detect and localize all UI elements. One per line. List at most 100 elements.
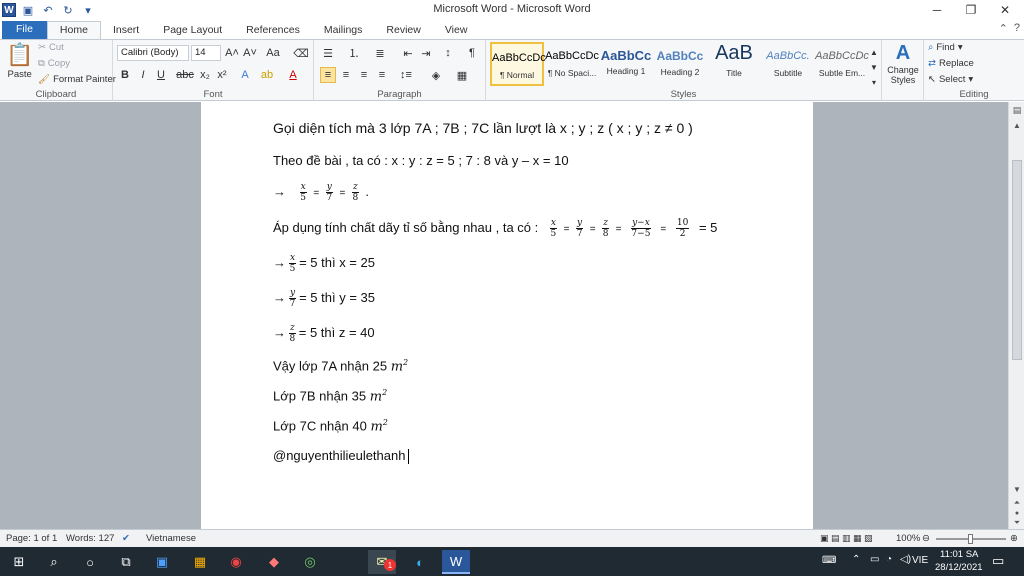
shrink-font-icon[interactable]: A˅ bbox=[242, 45, 258, 61]
grow-font-icon[interactable]: A˄ bbox=[224, 45, 240, 61]
keyboard-icon[interactable]: ⌨ bbox=[822, 555, 836, 566]
strikethrough-icon[interactable]: abc bbox=[176, 67, 194, 83]
search-icon[interactable]: ⌕ bbox=[40, 550, 68, 574]
clock-time[interactable]: 11:01 SA bbox=[940, 549, 978, 560]
style-normal[interactable]: AaBbCcDc ¶ Normal bbox=[490, 42, 546, 86]
bullets-icon[interactable]: ☰ bbox=[320, 45, 336, 61]
tab-mailings[interactable]: Mailings bbox=[312, 22, 375, 40]
tab-view[interactable]: View bbox=[433, 22, 480, 40]
style-heading-1[interactable]: AaBbCc Heading 1 bbox=[599, 42, 653, 86]
paste-button[interactable]: 📋 Paste bbox=[6, 42, 33, 80]
justify-icon[interactable]: ≡ bbox=[374, 67, 390, 83]
vertical-scrollbar[interactable]: ▤ ▲ ▼ ⏶ ● ⏷ bbox=[1008, 102, 1024, 529]
change-styles-button[interactable]: A Change Styles bbox=[884, 42, 922, 85]
zoom-in-icon[interactable]: ⊕ bbox=[1010, 533, 1018, 544]
font-name-combo[interactable]: Calibri (Body) bbox=[117, 45, 189, 61]
sort-icon[interactable]: ↕ bbox=[440, 45, 456, 61]
next-page-icon[interactable]: ⏷ bbox=[1011, 518, 1023, 528]
line-spacing-icon[interactable]: ↕≡ bbox=[398, 67, 414, 83]
styles-more-icon[interactable]: ▾ bbox=[869, 74, 879, 90]
undo-icon[interactable]: ↶ bbox=[40, 2, 56, 18]
styles-scroll-down-icon[interactable]: ▼ bbox=[869, 59, 879, 75]
tab-insert[interactable]: Insert bbox=[101, 22, 151, 40]
redo-icon[interactable]: ↻ bbox=[60, 2, 76, 18]
word-taskbar-icon[interactable]: W bbox=[442, 550, 470, 574]
styles-scroll-up-icon[interactable]: ▲ bbox=[869, 44, 879, 60]
numbering-icon[interactable]: ⒈ bbox=[346, 45, 362, 61]
tab-references[interactable]: References bbox=[234, 22, 312, 40]
tab-home[interactable]: Home bbox=[46, 21, 101, 40]
browse-object-icon[interactable]: ● bbox=[1011, 509, 1023, 517]
word-count[interactable]: Words: 127 bbox=[66, 533, 114, 544]
scroll-down-icon[interactable]: ▼ bbox=[1011, 484, 1023, 494]
word-logo-icon[interactable]: W bbox=[2, 3, 16, 17]
save-icon[interactable]: ▣ bbox=[20, 2, 36, 18]
previous-page-icon[interactable]: ⏶ bbox=[1011, 498, 1023, 508]
help-icon[interactable]: ? bbox=[1014, 22, 1020, 35]
view-buttons[interactable]: ▣ ▤ ▥ ▦ ▧ bbox=[820, 533, 873, 544]
language-indicator[interactable]: Vietnamese bbox=[146, 533, 196, 544]
proofing-icon[interactable]: ✔ bbox=[122, 533, 130, 544]
tab-file[interactable]: File bbox=[2, 21, 47, 40]
action-center-icon[interactable]: ▭ bbox=[992, 553, 1004, 569]
clock-date[interactable]: 28/12/2021 bbox=[935, 562, 983, 573]
firefox-icon[interactable]: ◆ bbox=[260, 550, 288, 574]
scroll-up-icon[interactable]: ▲ bbox=[1011, 120, 1023, 130]
clear-formatting-icon[interactable]: ⌫ bbox=[293, 45, 309, 61]
volume-icon[interactable]: ◁) bbox=[900, 554, 911, 565]
style-title[interactable]: AaB Title bbox=[707, 42, 761, 86]
italic-icon[interactable]: I bbox=[135, 67, 151, 83]
wifi-icon[interactable]: ◔ bbox=[886, 554, 892, 565]
scroll-thumb[interactable] bbox=[1012, 160, 1022, 360]
photos-app-icon[interactable]: ▣ bbox=[148, 550, 176, 574]
style-heading-2[interactable]: AaBbCc Heading 2 bbox=[653, 42, 707, 86]
underline-icon[interactable]: U bbox=[153, 67, 169, 83]
edge-icon[interactable]: ◐ bbox=[406, 550, 434, 574]
style-subtle-emphasis[interactable]: AaBbCcDc Subtle Em... bbox=[815, 42, 869, 86]
style-subtitle[interactable]: AaBbCc. Subtitle bbox=[761, 42, 815, 86]
decrease-indent-icon[interactable]: ⇤ bbox=[400, 45, 416, 61]
align-center-icon[interactable]: ≡ bbox=[338, 67, 354, 83]
customize-qat-icon[interactable]: ▾ bbox=[80, 2, 96, 18]
zoom-out-icon[interactable]: ⊖ bbox=[922, 533, 930, 544]
select-button[interactable]: ↖ Select ▾ bbox=[928, 74, 973, 85]
copy-button[interactable]: ⧉ Copy bbox=[38, 58, 70, 69]
windows-start-icon[interactable]: ⊞ bbox=[5, 550, 33, 574]
increase-indent-icon[interactable]: ⇥ bbox=[418, 45, 434, 61]
tab-page-layout[interactable]: Page Layout bbox=[151, 22, 234, 40]
tab-review[interactable]: Review bbox=[374, 22, 432, 40]
language-tray[interactable]: VIE bbox=[912, 555, 928, 566]
app-icon[interactable]: ◎ bbox=[296, 550, 324, 574]
multilevel-list-icon[interactable]: ≣ bbox=[372, 45, 388, 61]
cut-button[interactable]: ✂ Cut bbox=[38, 42, 64, 53]
task-view-icon[interactable]: ⧉ bbox=[112, 550, 140, 574]
align-left-icon[interactable]: ≡ bbox=[320, 67, 336, 83]
text-effects-icon[interactable]: A bbox=[237, 67, 253, 83]
font-size-combo[interactable]: 14 bbox=[191, 45, 221, 61]
maximize-button[interactable]: ❐ bbox=[954, 0, 988, 20]
superscript-icon[interactable]: x² bbox=[214, 67, 230, 83]
page-count[interactable]: Page: 1 of 1 bbox=[6, 533, 57, 544]
battery-icon[interactable]: ▭ bbox=[870, 554, 879, 565]
zoom-level[interactable]: 100% bbox=[896, 533, 920, 544]
shading-icon[interactable]: ◈ bbox=[428, 67, 444, 83]
store-icon[interactable]: ▦ bbox=[186, 550, 214, 574]
collapse-ribbon-icon[interactable]: ⌃ bbox=[999, 22, 1008, 35]
subscript-icon[interactable]: x₂ bbox=[197, 67, 213, 83]
minimize-button[interactable]: ─ bbox=[920, 0, 954, 20]
find-button[interactable]: ⌕ Find ▾ bbox=[928, 42, 963, 53]
cortana-icon[interactable]: ○ bbox=[76, 550, 104, 574]
tray-chevron-icon[interactable]: ⌃ bbox=[852, 554, 860, 565]
show-formatting-icon[interactable]: ¶ bbox=[464, 45, 480, 61]
bold-icon[interactable]: B bbox=[117, 67, 133, 83]
align-right-icon[interactable]: ≡ bbox=[356, 67, 372, 83]
format-painter-button[interactable]: 🖌 Format Painter bbox=[38, 74, 116, 85]
change-case-icon[interactable]: Aa bbox=[265, 45, 281, 61]
borders-icon[interactable]: ▦ bbox=[454, 67, 470, 83]
replace-button[interactable]: ⇄ Replace bbox=[928, 58, 974, 69]
chrome-icon[interactable]: ◉ bbox=[222, 550, 250, 574]
highlight-icon[interactable]: ab bbox=[259, 67, 275, 83]
document-page[interactable]: Gọi diện tích mà 3 lớp 7A ; 7B ; 7C lần … bbox=[201, 102, 813, 529]
ruler-toggle-icon[interactable]: ▤ bbox=[1011, 104, 1023, 116]
close-button[interactable]: ✕ bbox=[988, 0, 1022, 20]
